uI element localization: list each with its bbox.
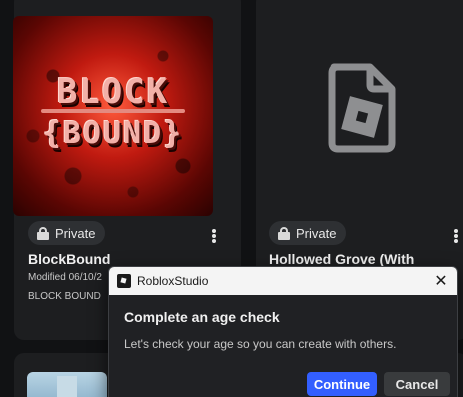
dialog-body-text: Let's check your age so you can create w… — [124, 337, 397, 351]
roblox-studio-icon — [117, 274, 131, 288]
placeholder-thumbnail[interactable] — [256, 0, 463, 216]
lock-icon — [37, 226, 49, 240]
dialog-heading: Complete an age check — [124, 309, 280, 325]
thumbnail-logo-top: BLOCK — [56, 72, 170, 112]
age-check-dialog: RobloxStudio ✕ Complete an age check Let… — [108, 266, 458, 397]
private-badge-label: Private — [296, 225, 337, 241]
thumbnail-logo-divider — [41, 109, 185, 113]
private-badge: Private — [269, 221, 347, 245]
close-icon[interactable]: ✕ — [431, 271, 451, 291]
dialog-titlebar[interactable]: RobloxStudio ✕ — [109, 267, 457, 295]
private-badge: Private — [28, 221, 106, 245]
lock-icon — [278, 226, 290, 240]
continue-button[interactable]: Continue — [307, 372, 377, 396]
card-title[interactable]: BlockBound — [28, 251, 110, 267]
cancel-button[interactable]: Cancel — [384, 372, 450, 396]
more-vertical-icon[interactable] — [449, 227, 463, 245]
thumbnail-logo-bottom: {BOUND} — [42, 116, 184, 151]
card-modified-date: Modified 06/10/2 — [28, 272, 102, 283]
private-badge-label: Private — [55, 225, 96, 241]
blockbound-thumbnail[interactable]: BLOCK {BOUND} — [13, 16, 213, 216]
more-vertical-icon[interactable] — [207, 227, 221, 245]
partial-thumbnail[interactable] — [27, 372, 107, 397]
roblox-file-icon — [328, 63, 396, 153]
dialog-app-name: RobloxStudio — [137, 274, 209, 288]
card-title[interactable]: Hollowed Grove (With — [269, 251, 414, 267]
card-creator: BLOCK BOUND — [28, 291, 101, 302]
